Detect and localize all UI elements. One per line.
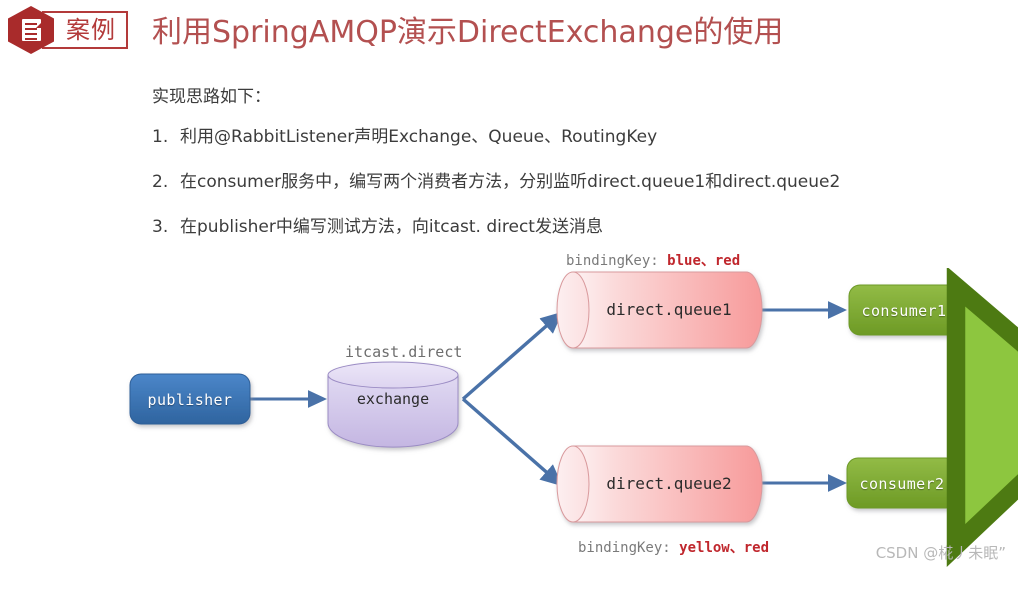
step-number: 2. (152, 172, 169, 192)
list-item: 3. 在publisher中编写测试方法，向itcast. direct发送消息 (152, 212, 992, 237)
binding-key-values: blue、red (667, 253, 741, 269)
step-text: 在consumer服务中，编写两个消费者方法，分别监听direct.queue1… (180, 172, 841, 192)
consumer2-node (846, 457, 958, 509)
binding-key-values: yellow、red (679, 540, 770, 556)
architecture-diagram: publisher itcast.direct exchange direct.… (0, 236, 1018, 569)
consumer1-node (848, 284, 960, 336)
intro-text: 实现思路如下： (152, 87, 271, 107)
page-header: 案例 利用SpringAMQP演示DirectExchange的使用 (0, 0, 1018, 62)
case-study-badge: 案例 (8, 6, 128, 54)
binding-key-queue2: bindingKey: yellow、red (578, 537, 769, 557)
binding-key-prefix: bindingKey: (578, 540, 680, 556)
arrow-exchange-to-queue2 (461, 397, 563, 487)
binding-key-prefix: bindingKey: (566, 253, 668, 269)
queue1-node (556, 271, 763, 349)
list-item: 2. 在consumer服务中，编写两个消费者方法，分别监听direct.que… (152, 167, 992, 192)
queue2-node (556, 445, 763, 523)
badge-box: 案例 (42, 11, 128, 49)
document-glyph (21, 19, 41, 41)
page-title: 利用SpringAMQP演示DirectExchange的使用 (152, 15, 784, 50)
step-text: 利用@RabbitListener声明Exchange、Queue、Routin… (180, 127, 658, 147)
step-number: 3. (152, 217, 169, 237)
exchange-node (327, 361, 459, 448)
badge-label: 案例 (66, 16, 116, 44)
diagram-canvas (129, 271, 960, 523)
step-text: 在publisher中编写测试方法，向itcast. direct发送消息 (180, 217, 603, 237)
binding-key-queue1: bindingKey: blue、red (566, 250, 740, 270)
csdn-watermark: CSDN @椛丿未眠” (875, 544, 1006, 562)
document-hexagon-icon (8, 6, 54, 54)
step-number: 1. (152, 127, 169, 147)
arrow-exchange-to-queue1 (461, 311, 563, 401)
publisher-node (129, 373, 251, 425)
list-item: 1. 利用@RabbitListener声明Exchange、Queue、Rou… (152, 122, 992, 147)
